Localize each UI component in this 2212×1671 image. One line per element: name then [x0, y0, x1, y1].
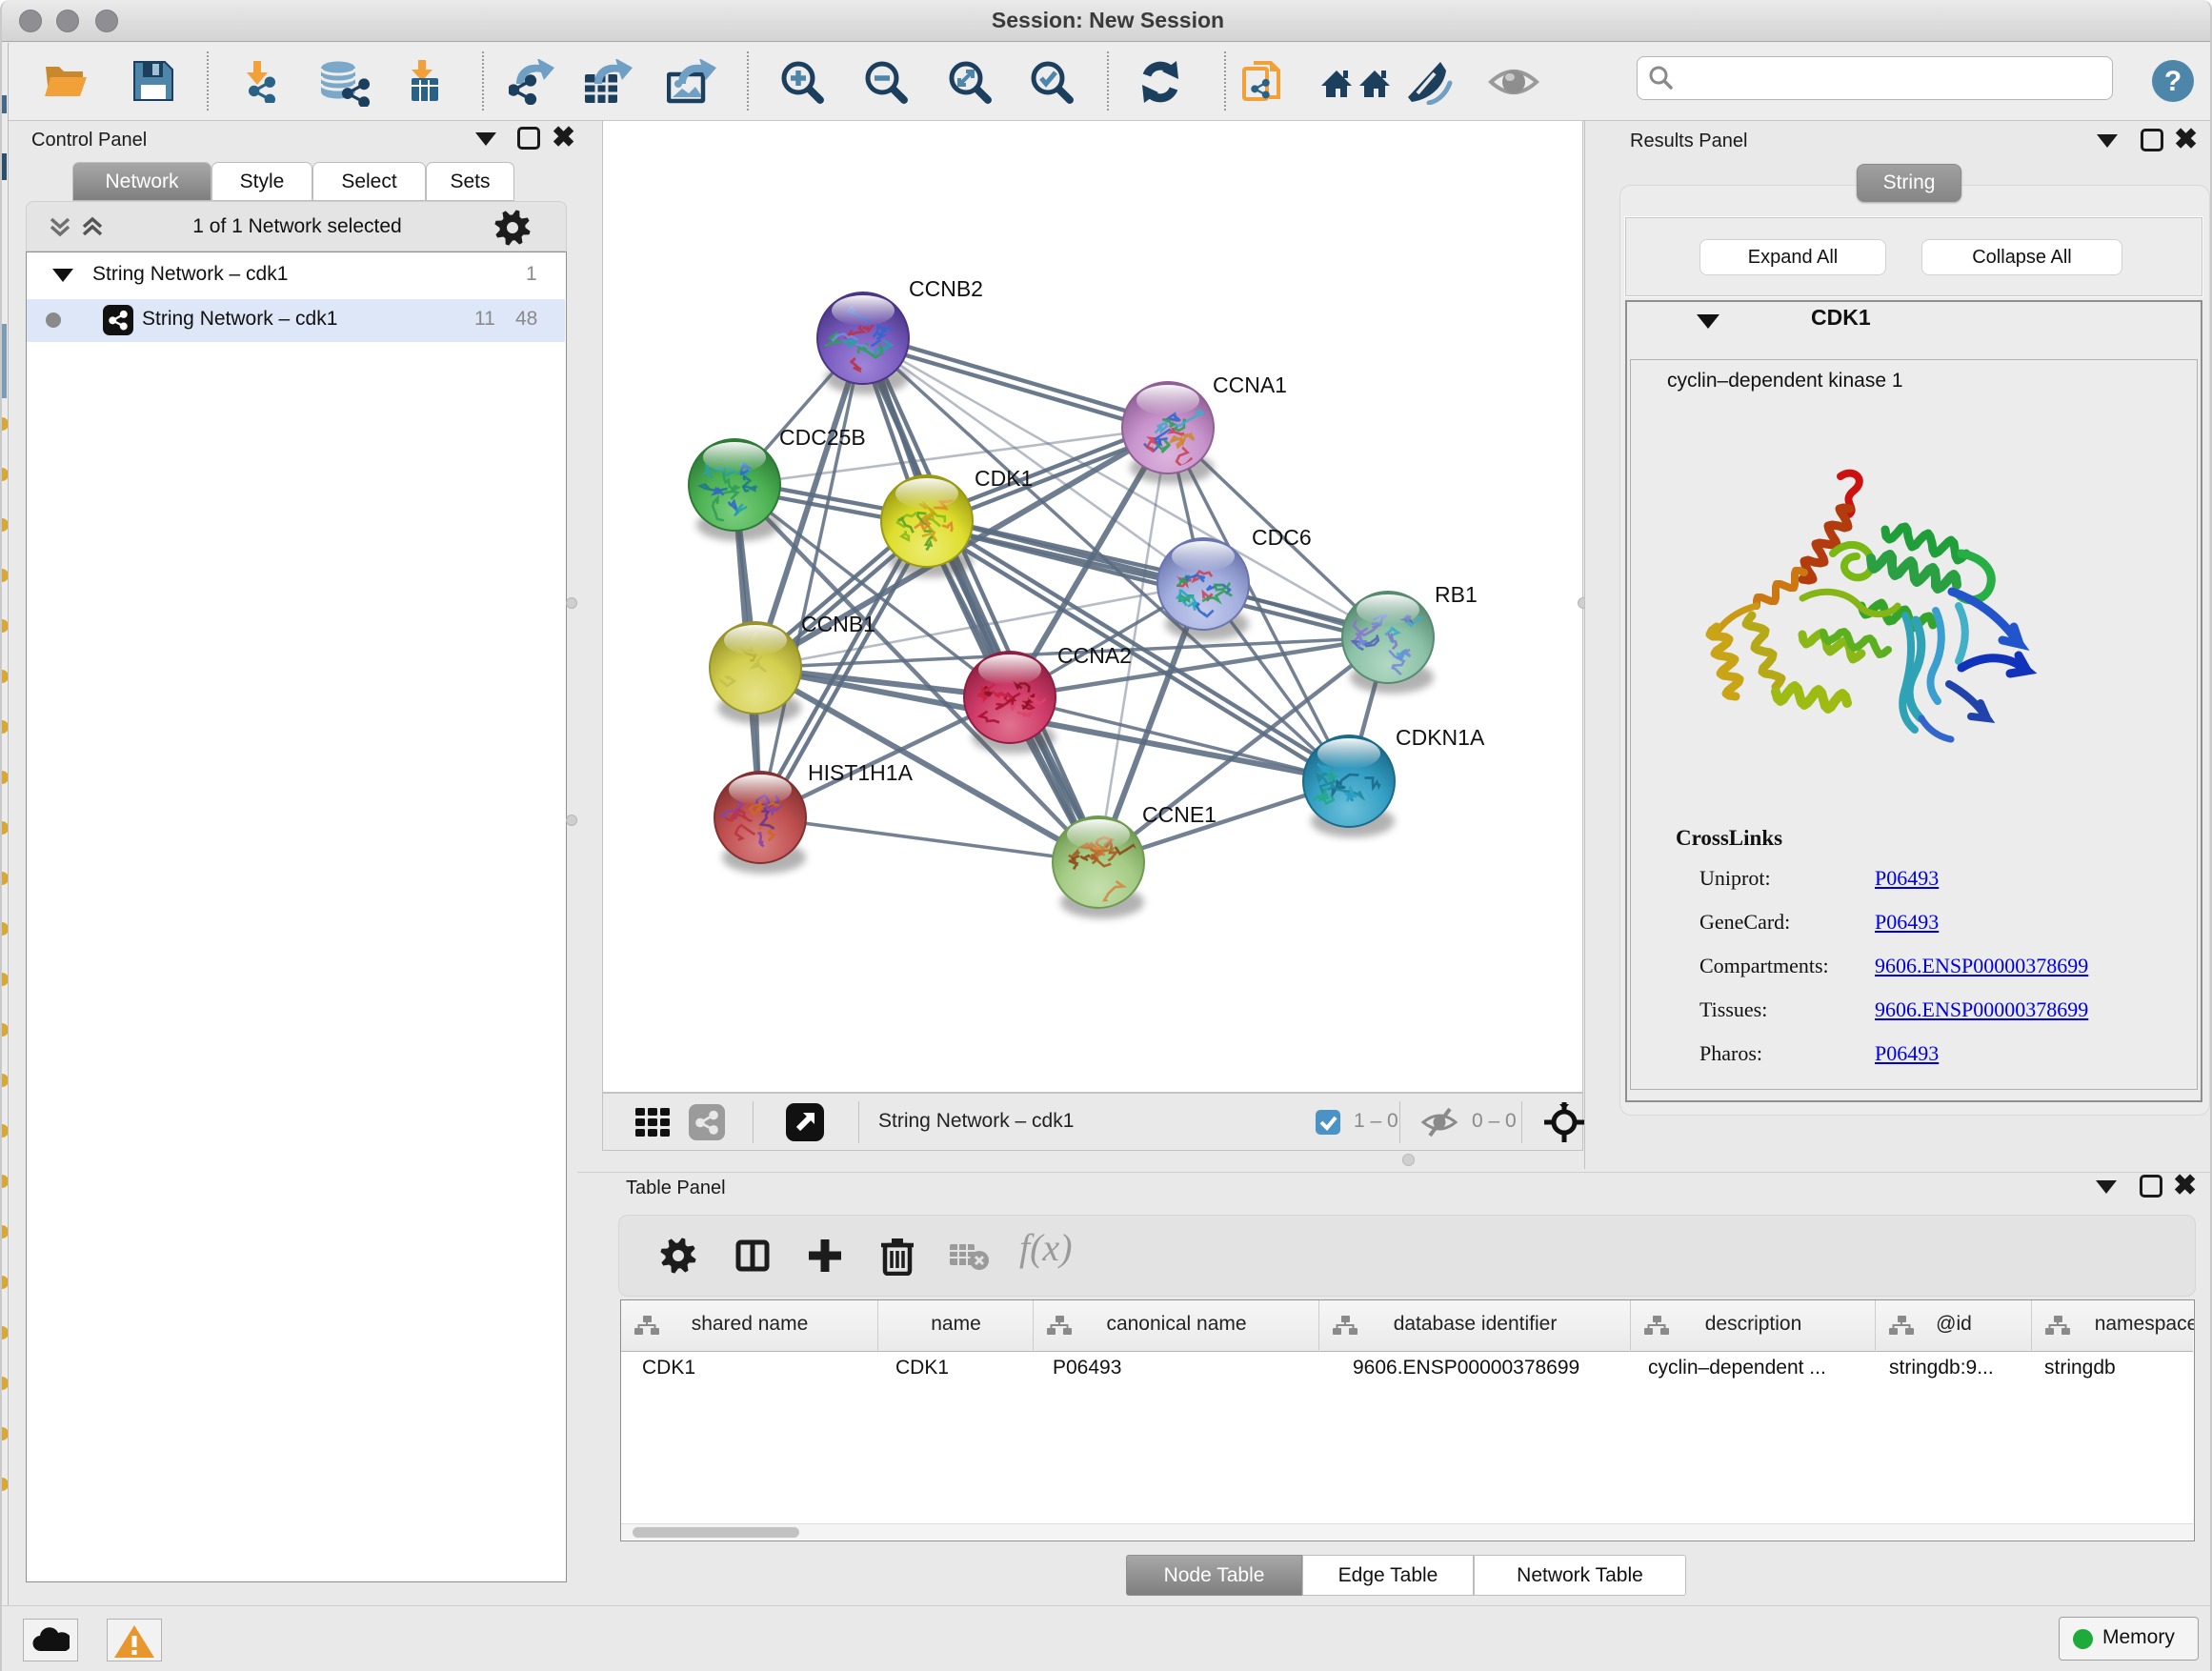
svg-text:CCNA2: CCNA2: [1057, 643, 1132, 668]
svg-text:CDC6: CDC6: [1252, 525, 1312, 550]
svg-text:?: ?: [2164, 66, 2182, 97]
svg-text:CCNE1: CCNE1: [1142, 802, 1217, 827]
svg-text:CCNA1: CCNA1: [1213, 372, 1287, 397]
svg-text:HIST1H1A: HIST1H1A: [808, 760, 914, 785]
svg-text:CDC25B: CDC25B: [779, 425, 866, 450]
svg-text:CCNB1: CCNB1: [801, 612, 875, 636]
svg-text:CDKN1A: CDKN1A: [1396, 725, 1485, 750]
svg-text:CDK1: CDK1: [975, 466, 1033, 491]
svg-text:RB1: RB1: [1435, 582, 1478, 607]
svg-text:CCNB2: CCNB2: [909, 276, 983, 301]
